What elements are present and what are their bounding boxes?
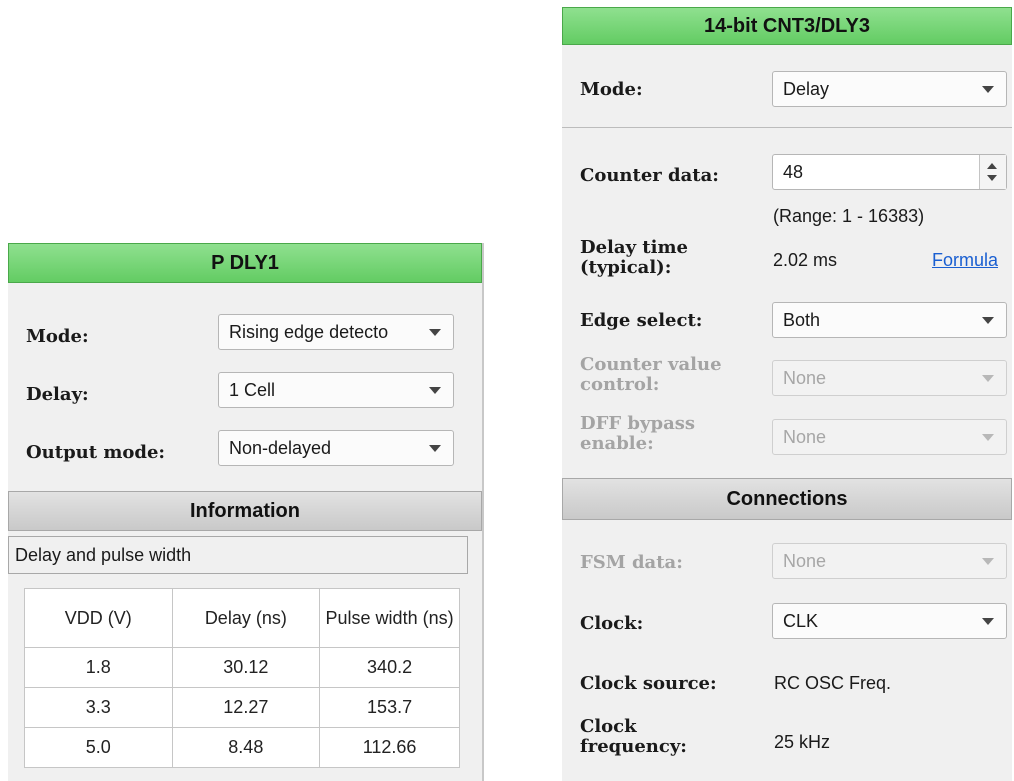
dff-bypass-dropdown[interactable]: None bbox=[772, 419, 1007, 455]
clock-value: CLK bbox=[783, 611, 819, 631]
edge-select-dropdown[interactable]: Both bbox=[772, 302, 1007, 338]
output-mode-dropdown-value: Non-delayed bbox=[229, 438, 332, 458]
table-cell: 5.0 bbox=[24, 727, 173, 768]
mode-dropdown-value: Rising edge detecto bbox=[229, 322, 389, 342]
chevron-down-icon bbox=[982, 375, 994, 382]
counter-value-control-label-line2: control: bbox=[580, 374, 660, 395]
spin-down-icon[interactable] bbox=[987, 175, 997, 181]
edge-select-label: Edge select: bbox=[580, 310, 703, 331]
column-header-pulse-width: Pulse width (ns) bbox=[319, 588, 460, 648]
delay-pulse-table: VDD (V) Delay (ns) Pulse width (ns) 1.8 … bbox=[24, 588, 460, 768]
spin-up-icon[interactable] bbox=[987, 163, 997, 169]
connections-header: Connections bbox=[562, 478, 1012, 520]
cnt3-dly3-panel: 14-bit CNT3/DLY3 Mode: Delay Counter dat… bbox=[562, 7, 1012, 781]
table-row: 1.8 30.12 340.2 bbox=[24, 647, 460, 688]
delay-dropdown-value: 1 Cell bbox=[229, 380, 276, 400]
chevron-down-icon bbox=[982, 86, 994, 93]
chevron-down-icon bbox=[982, 434, 994, 441]
dff-bypass-value: None bbox=[783, 427, 827, 447]
mode-label: Mode: bbox=[580, 79, 643, 100]
chevron-down-icon bbox=[982, 317, 994, 324]
mode-dropdown[interactable]: Delay bbox=[772, 71, 1007, 107]
table-cell: 30.12 bbox=[171, 647, 321, 688]
column-header-vdd: VDD (V) bbox=[24, 588, 173, 648]
clock-frequency-label-line2: frequency: bbox=[580, 736, 687, 757]
chevron-down-icon bbox=[429, 445, 441, 452]
clock-source-label: Clock source: bbox=[580, 673, 717, 694]
counter-data-spinbox[interactable]: 48 bbox=[772, 154, 1007, 190]
table-row: 3.3 12.27 153.7 bbox=[24, 687, 460, 728]
clock-dropdown[interactable]: CLK bbox=[772, 603, 1007, 639]
table-cell: 153.7 bbox=[319, 687, 460, 728]
clock-source-value: RC OSC Freq. bbox=[774, 673, 892, 693]
cnt3-dly3-title: 14-bit CNT3/DLY3 bbox=[562, 7, 1012, 45]
delay-time-label-line1: Delay time bbox=[580, 237, 688, 258]
counter-value-control-value: None bbox=[783, 368, 827, 388]
counter-value-control-label: Counter value control: bbox=[580, 355, 722, 395]
info-subtitle: Delay and pulse width bbox=[15, 545, 192, 565]
delay-time-label: Delay time (typical): bbox=[580, 238, 688, 278]
output-mode-dropdown[interactable]: Non-delayed bbox=[218, 430, 454, 466]
delay-label: Delay: bbox=[26, 384, 89, 405]
dff-bypass-label-line1: DFF bypass bbox=[580, 413, 695, 434]
table-cell: 112.66 bbox=[319, 727, 460, 768]
counter-range: (Range: 1 - 16383) bbox=[773, 206, 925, 226]
chevron-down-icon bbox=[429, 329, 441, 336]
column-header-delay: Delay (ns) bbox=[171, 588, 321, 648]
mode-dropdown[interactable]: Rising edge detecto bbox=[218, 314, 454, 350]
delay-time-label-line2: (typical): bbox=[580, 257, 672, 278]
dff-bypass-label: DFF bypass enable: bbox=[580, 414, 695, 454]
clock-frequency-label-line1: Clock bbox=[580, 716, 637, 737]
table-cell: 3.3 bbox=[24, 687, 173, 728]
table-cell: 1.8 bbox=[24, 647, 173, 688]
table-cell: 12.27 bbox=[171, 687, 321, 728]
clock-frequency-value: 25 kHz bbox=[774, 732, 831, 752]
formula-link[interactable]: Formula bbox=[932, 250, 998, 271]
mode-dropdown-value: Delay bbox=[783, 79, 830, 99]
mode-label: Mode: bbox=[26, 326, 89, 347]
dff-bypass-label-line2: enable: bbox=[580, 433, 654, 454]
pdly1-panel: P DLY1 Mode: Rising edge detecto Delay: … bbox=[8, 243, 484, 781]
fsm-data-value: None bbox=[783, 551, 827, 571]
delay-time-value: 2.02 ms bbox=[773, 250, 838, 270]
output-mode-label: Output mode: bbox=[26, 442, 166, 463]
table-cell: 8.48 bbox=[171, 727, 321, 768]
clock-label: Clock: bbox=[580, 613, 644, 634]
fsm-data-label: FSM data: bbox=[580, 552, 683, 573]
counter-data-value: 48 bbox=[783, 162, 804, 182]
counter-value-control-dropdown[interactable]: None bbox=[772, 360, 1007, 396]
panel-divider bbox=[482, 243, 484, 781]
divider bbox=[562, 127, 1012, 128]
counter-value-control-label-line1: Counter value bbox=[580, 354, 722, 375]
table-row: 5.0 8.48 112.66 bbox=[24, 727, 460, 768]
clock-frequency-label: Clock frequency: bbox=[580, 717, 687, 757]
info-subtitle-box: Delay and pulse width bbox=[8, 536, 468, 574]
chevron-down-icon bbox=[982, 558, 994, 565]
fsm-data-dropdown[interactable]: None bbox=[772, 543, 1007, 579]
chevron-down-icon bbox=[982, 618, 994, 625]
table-header-row: VDD (V) Delay (ns) Pulse width (ns) bbox=[24, 588, 460, 648]
information-header: Information bbox=[8, 491, 482, 531]
delay-dropdown[interactable]: 1 Cell bbox=[218, 372, 454, 408]
counter-data-label: Counter data: bbox=[580, 165, 719, 186]
chevron-down-icon bbox=[429, 387, 441, 394]
table-cell: 340.2 bbox=[319, 647, 460, 688]
spin-buttons[interactable] bbox=[979, 155, 1006, 189]
pdly1-title: P DLY1 bbox=[8, 243, 482, 283]
edge-select-value: Both bbox=[783, 310, 821, 330]
